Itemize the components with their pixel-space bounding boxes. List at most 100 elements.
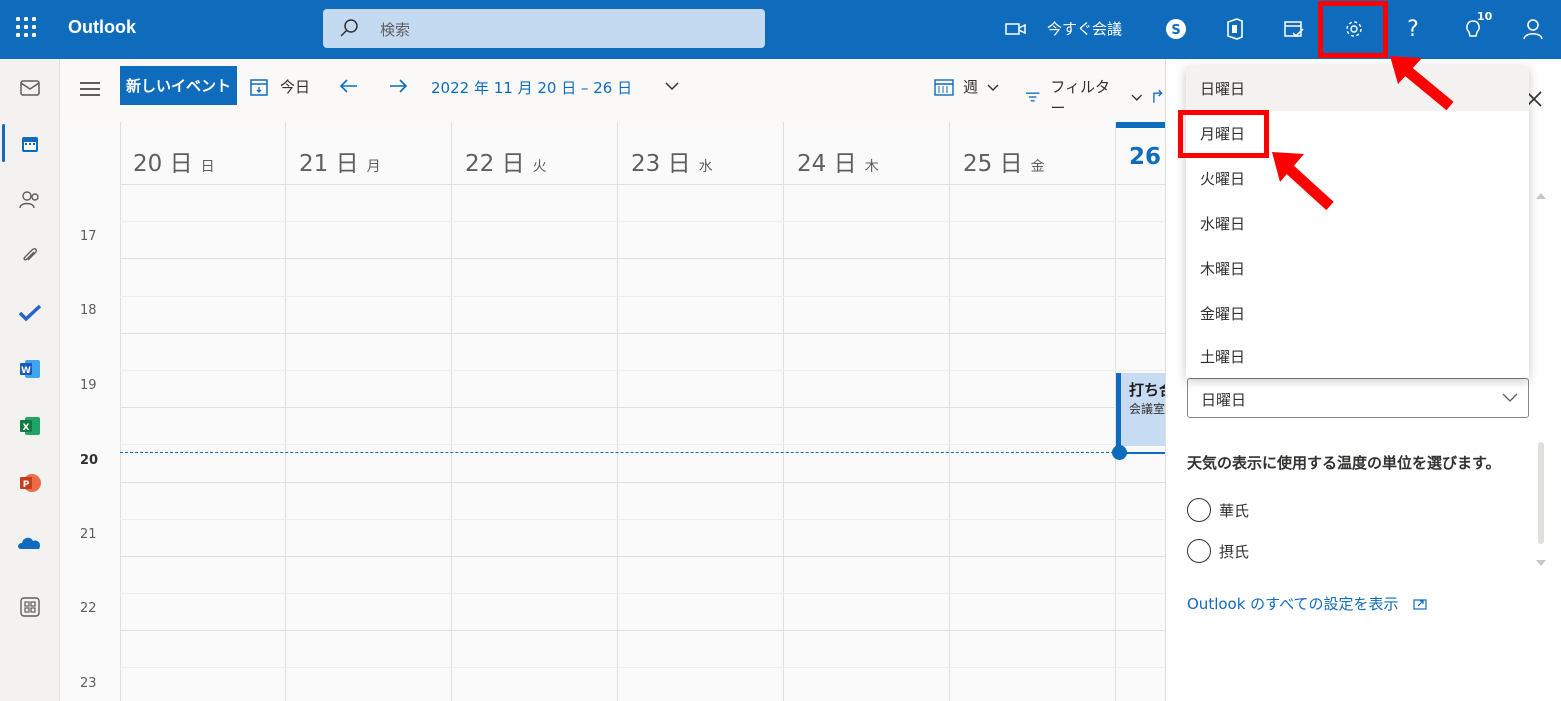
- meet-now-button[interactable]: 今すぐ会議: [1005, 18, 1122, 39]
- day-header[interactable]: 20 日日: [133, 144, 215, 184]
- hour-line: [120, 258, 1165, 259]
- radio-label: 摂氏: [1219, 542, 1250, 561]
- account-avatar-icon[interactable]: [1520, 16, 1546, 42]
- hour-label: 17: [80, 229, 97, 244]
- scrollbar-thumb[interactable]: [1538, 442, 1544, 544]
- chevron-down-icon: [1502, 393, 1518, 402]
- half-hour-line: [120, 519, 1165, 520]
- half-hour-line: [120, 370, 1165, 371]
- powerpoint-icon[interactable]: P: [17, 470, 43, 496]
- excel-icon[interactable]: X: [17, 413, 43, 439]
- hour-line: [120, 556, 1165, 557]
- svg-text:S: S: [1171, 23, 1180, 38]
- search-box[interactable]: 検索: [323, 9, 765, 48]
- day-header[interactable]: 25 日金: [963, 144, 1045, 184]
- top-bar: Outlook 検索 今すぐ会議 S ? 10: [0, 0, 1561, 59]
- annotation-arrow-icon: [1272, 152, 1334, 211]
- column-divider: [120, 122, 121, 701]
- office-icon[interactable]: [1222, 16, 1248, 42]
- event-title: 打ち合: [1129, 381, 1165, 399]
- calendar-icon[interactable]: [17, 131, 43, 157]
- calendar-event[interactable]: 打ち合 会議室: [1116, 373, 1165, 446]
- view-label: 週: [963, 78, 979, 96]
- dropdown-option-tuesday[interactable]: 火曜日: [1186, 156, 1529, 201]
- date-range-label[interactable]: 2022 年 11 月 20 日 – 26 日: [431, 77, 632, 98]
- previous-week-arrow-icon[interactable]: [337, 74, 361, 98]
- hour-label-current: 20: [80, 453, 99, 468]
- annotation-arrow-icon: [1390, 56, 1454, 111]
- hour-label: 22: [80, 601, 97, 616]
- fahrenheit-radio[interactable]: 華氏: [1187, 498, 1249, 522]
- view-all-settings-link[interactable]: Outlook のすべての設定を表示: [1187, 593, 1427, 614]
- half-hour-line: [120, 444, 1165, 445]
- day-header[interactable]: 23 日水: [631, 144, 713, 184]
- day-header-today[interactable]: 26: [1129, 144, 1161, 184]
- half-hour-line: [120, 593, 1165, 594]
- dropdown-option-sunday[interactable]: 日曜日: [1186, 66, 1529, 111]
- hour-label: 18: [80, 303, 97, 318]
- chevron-down-icon: [987, 84, 999, 91]
- view-selector-button[interactable]: 週: [934, 76, 999, 97]
- day-header[interactable]: 22 日火: [465, 144, 547, 184]
- hour-label: 19: [80, 378, 97, 393]
- hour-label: 23: [80, 676, 97, 691]
- current-time-dot: [1112, 445, 1127, 460]
- word-icon[interactable]: W: [17, 356, 43, 382]
- temperature-unit-label: 天気の表示に使用する温度の単位を選びます。: [1187, 454, 1501, 472]
- column-divider: [285, 122, 286, 701]
- radio-label: 華氏: [1219, 501, 1250, 520]
- chevron-down-icon: [1131, 94, 1143, 101]
- mail-icon[interactable]: [17, 75, 43, 101]
- more-apps-icon[interactable]: [17, 594, 43, 620]
- day-header[interactable]: 21 日月: [299, 144, 381, 184]
- radio-circle: [1187, 498, 1211, 522]
- share-icon: [1152, 89, 1163, 103]
- first-day-of-week-select[interactable]: 日曜日: [1187, 378, 1529, 418]
- todo-icon[interactable]: [17, 300, 43, 326]
- rail-active-indicator: [2, 124, 5, 162]
- dropdown-option-saturday[interactable]: 土曜日: [1186, 334, 1529, 379]
- dropdown-option-thursday[interactable]: 木曜日: [1186, 246, 1529, 291]
- monday-highlight-box: [1178, 110, 1269, 158]
- dropdown-option-friday[interactable]: 金曜日: [1186, 291, 1529, 336]
- svg-text:P: P: [23, 480, 30, 490]
- skype-icon[interactable]: S: [1163, 16, 1189, 42]
- day-header[interactable]: 24 日木: [797, 144, 879, 184]
- filter-button[interactable]: フィルター: [1025, 76, 1165, 118]
- today-column-indicator: [1116, 122, 1165, 128]
- column-divider: [783, 122, 784, 701]
- header-divider: [120, 184, 1165, 185]
- search-icon: [340, 19, 358, 37]
- app-title[interactable]: Outlook: [68, 17, 136, 38]
- filter-label: フィルター: [1050, 78, 1111, 117]
- video-camera-icon: [1005, 22, 1026, 35]
- next-week-arrow-icon[interactable]: [386, 74, 410, 98]
- hour-line: [120, 482, 1165, 483]
- calendar-week-icon: [934, 78, 954, 96]
- attachment-icon[interactable]: [17, 243, 43, 269]
- radio-circle: [1187, 539, 1211, 563]
- celsius-radio[interactable]: 摂氏: [1187, 539, 1249, 563]
- current-time-line: [120, 452, 1119, 453]
- app-rail: W X P: [0, 59, 60, 701]
- help-icon[interactable]: ?: [1400, 16, 1426, 42]
- people-icon[interactable]: [17, 187, 43, 213]
- new-event-button[interactable]: 新しいイベント: [120, 66, 237, 105]
- hamburger-menu-icon[interactable]: [80, 82, 100, 96]
- onedrive-icon[interactable]: [17, 529, 43, 555]
- calendar-week-grid: 20 日日 21 日月 22 日火 23 日水 24 日木 25 日金 26 1…: [61, 122, 1165, 701]
- dropdown-option-wednesday[interactable]: 水曜日: [1186, 201, 1529, 246]
- view-all-settings-label: Outlook のすべての設定を表示: [1187, 595, 1399, 613]
- app-launcher-icon[interactable]: [16, 17, 40, 41]
- scroll-down-icon[interactable]: [1536, 560, 1546, 566]
- column-divider: [451, 122, 452, 701]
- today-button[interactable]: 今日: [249, 76, 310, 97]
- hour-line: [120, 333, 1165, 334]
- search-input[interactable]: 検索: [380, 19, 410, 40]
- chevron-down-icon[interactable]: [664, 79, 680, 93]
- my-day-icon[interactable]: [1281, 16, 1307, 42]
- column-divider: [617, 122, 618, 701]
- scroll-up-icon[interactable]: [1536, 193, 1546, 199]
- svg-text:X: X: [23, 423, 30, 433]
- half-hour-line: [120, 221, 1165, 222]
